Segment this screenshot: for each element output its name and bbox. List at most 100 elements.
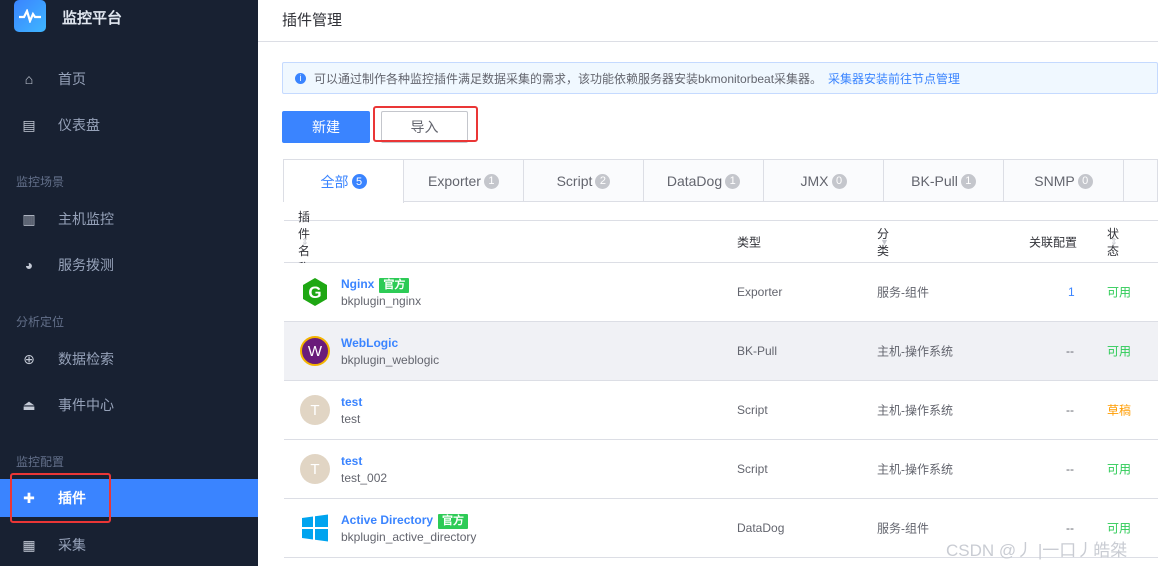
- plugin-category: 主机-操作系统: [877, 403, 953, 418]
- tab-label: BK-Pull: [911, 173, 958, 189]
- plugin-type: BK-Pull: [737, 344, 778, 358]
- filter-icon[interactable]: ▼: [880, 237, 889, 247]
- logo-icon: [14, 0, 46, 32]
- col-related: 关联配置: [1029, 235, 1078, 249]
- sidebar-item-label: 数据检索: [58, 351, 114, 367]
- info-notice: i 可以通过制作各种监控插件满足数据采集的需求，该功能依赖服务器安装bkmonit…: [282, 62, 1158, 94]
- highlight-box: [10, 473, 111, 523]
- sidebar-item-label: 仪表盘: [58, 117, 100, 133]
- page-title: 插件管理: [282, 12, 343, 29]
- group-label: 监控场景: [16, 175, 65, 189]
- tab-all[interactable]: 全部 5: [284, 160, 404, 203]
- tab-bk-pull[interactable]: BK-Pull 1: [884, 160, 1004, 202]
- sidebar-item-host[interactable]: ▥ 主机监控: [0, 200, 258, 238]
- windows-logo-icon: [300, 513, 330, 543]
- plugin-name-link[interactable]: test: [341, 395, 362, 409]
- status-badge: 可用: [1107, 344, 1132, 359]
- node-manage-link[interactable]: 采集器安装前往节点管理: [828, 70, 960, 87]
- plugin-category: 服务-组件: [877, 285, 929, 300]
- plugin-name-link[interactable]: WebLogic: [341, 336, 398, 350]
- alarm-icon: ⏏: [22, 396, 36, 413]
- plugin-name-link[interactable]: Active Directory: [341, 513, 433, 527]
- highlight-box: [373, 106, 478, 142]
- sidebar-item-dial-test[interactable]: ◕ 服务拨测: [0, 246, 258, 284]
- tab-label: Exporter: [428, 173, 481, 189]
- table-row[interactable]: T test test_002 Script 主机-操作系统 -- 可用: [284, 440, 1158, 499]
- tab-count: 1: [725, 173, 741, 189]
- plugin-type: Script: [737, 462, 768, 476]
- related-count: --: [1066, 462, 1074, 476]
- sidebar: 监控平台 ⌂ 首页 ▤ 仪表盘 监控场景 ▥ 主机监控 ◕ 服务拨测 分析定位 ⊕ 数据检…: [0, 0, 258, 566]
- tab-label: 全部: [320, 173, 349, 190]
- tab-label: DataDog: [666, 173, 723, 189]
- status-badge: 草稿: [1107, 403, 1132, 418]
- plugin-id: bkplugin_weblogic: [341, 353, 440, 367]
- sort-icon[interactable]: ⇕: [301, 236, 309, 247]
- plugin-id: test: [341, 412, 361, 426]
- svg-text:G: G: [308, 283, 321, 302]
- data-search-icon: ⊕: [23, 350, 35, 367]
- sidebar-item-label: 首页: [58, 71, 86, 87]
- tab-count: 1: [483, 173, 499, 189]
- sidebar-item-home[interactable]: ⌂ 首页: [0, 60, 258, 98]
- status-badge: 可用: [1107, 521, 1132, 536]
- table-row[interactable]: W WebLogic bkplugin_weblogic BK-Pull 主机-…: [284, 322, 1158, 381]
- sidebar-item-collect[interactable]: ▦ 采集: [0, 526, 258, 564]
- tab-jmx[interactable]: JMX 0: [764, 160, 884, 202]
- col-type: 类型: [737, 235, 762, 249]
- tab-label: JMX: [800, 173, 829, 189]
- tab-script[interactable]: Script 2: [524, 160, 644, 202]
- nginx-logo-icon: G: [300, 277, 330, 307]
- plugin-type: Script: [737, 403, 768, 417]
- home-icon: ⌂: [24, 71, 34, 87]
- related-count[interactable]: 1: [1068, 285, 1075, 299]
- plugin-category: 主机-操作系统: [877, 344, 953, 359]
- plugin-name-link[interactable]: test: [341, 454, 362, 468]
- tab-datadog[interactable]: DataDog 1: [644, 160, 764, 202]
- avatar: T: [300, 395, 330, 425]
- sidebar-item-label: 事件中心: [58, 397, 114, 413]
- dashboard-icon: ▤: [22, 116, 36, 133]
- status-badge: 可用: [1107, 462, 1132, 477]
- notice-text: 可以通过制作各种监控插件满足数据采集的需求，该功能依赖服务器安装bkmonito…: [314, 71, 823, 86]
- sort-icon[interactable]: ⇕: [1110, 236, 1118, 247]
- related-count: --: [1066, 344, 1074, 358]
- plugin-id: test_002: [341, 471, 388, 485]
- table-row[interactable]: G Nginx 官方 bkplugin_nginx Exporter 服务-组件 …: [284, 263, 1158, 322]
- weblogic-logo-icon: W: [300, 336, 330, 366]
- related-count: --: [1066, 521, 1074, 535]
- group-label: 分析定位: [16, 315, 65, 329]
- official-tag: 官方: [438, 514, 469, 529]
- group-label: 监控配置: [16, 455, 65, 469]
- plugin-type: DataDog: [737, 521, 785, 535]
- official-tag: 官方: [379, 278, 410, 293]
- plugin-id: bkplugin_active_directory: [341, 530, 477, 544]
- related-count: --: [1066, 403, 1074, 417]
- sidebar-item-event[interactable]: ⏏ 事件中心: [0, 386, 258, 424]
- tab-count: 0: [831, 173, 847, 189]
- sidebar-item-label: 服务拨测: [58, 257, 114, 273]
- new-button[interactable]: 新建: [282, 111, 370, 143]
- tab-label: SNMP: [1034, 173, 1075, 189]
- dial-test-icon: ◕: [24, 257, 34, 273]
- tab-count: 0: [1077, 173, 1093, 189]
- sidebar-item-data-search[interactable]: ⊕ 数据检索: [0, 340, 258, 378]
- sidebar-item-label: 主机监控: [58, 211, 114, 227]
- tab-label: Script: [556, 173, 593, 189]
- sidebar-item-dashboard[interactable]: ▤ 仪表盘: [0, 106, 258, 144]
- info-icon: i: [295, 72, 306, 84]
- tab-count: 1: [960, 173, 976, 189]
- tab-snmp[interactable]: SNMP 0: [1004, 160, 1124, 202]
- tab-count: 2: [595, 173, 611, 189]
- table-row[interactable]: T test test Script 主机-操作系统 -- 草稿: [284, 381, 1158, 440]
- type-tabs: 全部 5 Exporter 1 Script 2 DataDog 1 JMX 0 BK-P…: [283, 159, 1158, 203]
- tab-count: 5: [351, 174, 367, 189]
- plugin-name-link[interactable]: Nginx: [341, 277, 374, 291]
- host-icon: ▥: [22, 210, 36, 227]
- brand-name: 监控平台: [62, 10, 123, 27]
- avatar: T: [300, 454, 330, 484]
- sidebar-item-label: 采集: [58, 537, 86, 553]
- status-badge: 可用: [1107, 285, 1132, 300]
- table-header: 插件名称⇕ 类型 分类▼ 关联配置 状态⇕: [284, 210, 1158, 275]
- tab-exporter[interactable]: Exporter 1: [404, 160, 524, 202]
